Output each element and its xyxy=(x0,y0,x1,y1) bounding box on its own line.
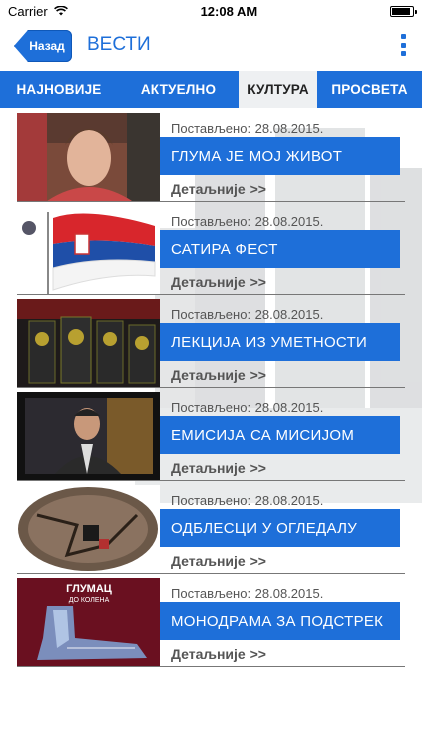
news-thumbnail xyxy=(17,299,160,387)
news-date: Постављено: 28.08.2015. xyxy=(171,586,324,601)
news-title[interactable]: МОНОДРАМА ЗА ПОДСТРЕК xyxy=(160,602,400,640)
page-title: ВЕСТИ xyxy=(87,34,151,55)
news-date: Постављено: 28.08.2015. xyxy=(171,121,324,136)
news-list[interactable]: Постављено: 28.08.2015. ГЛУМА ЈЕ МОЈ ЖИВ… xyxy=(0,108,422,750)
details-link[interactable]: Детаљније >> xyxy=(171,460,266,476)
news-date: Постављено: 28.08.2015. xyxy=(171,400,324,415)
news-item[interactable]: Постављено: 28.08.2015. ОДБЛЕСЦИ У ОГЛЕД… xyxy=(17,480,405,574)
news-thumbnail xyxy=(17,113,160,201)
news-date: Постављено: 28.08.2015. xyxy=(171,307,324,322)
news-thumbnail: ГЛУМАЦ ДО КОЛЕНА xyxy=(17,578,160,666)
navigation-bar: Назад ВЕСТИ xyxy=(0,22,422,70)
tab-kultura[interactable]: КУЛТУРА xyxy=(239,71,317,108)
poster-title: ГЛУМАЦ xyxy=(66,583,112,595)
carrier-label: Carrier xyxy=(8,3,48,19)
battery-icon xyxy=(390,5,417,17)
details-link[interactable]: Детаљније >> xyxy=(171,274,266,290)
poster-subtitle: ДО КОЛЕНА xyxy=(69,597,110,604)
status-bar: Carrier 12:08 AM xyxy=(0,0,422,22)
more-menu-icon[interactable] xyxy=(400,34,406,56)
news-title[interactable]: САТИРА ФЕСТ xyxy=(160,230,400,268)
wifi-icon xyxy=(53,6,68,16)
news-thumbnail xyxy=(17,392,160,480)
news-date: Постављено: 28.08.2015. xyxy=(171,493,324,508)
news-thumbnail xyxy=(17,206,160,294)
news-date: Постављено: 28.08.2015. xyxy=(171,214,324,229)
details-link[interactable]: Детаљније >> xyxy=(171,553,266,569)
news-title[interactable]: ЕМИСИЈА СА МИСИЈОМ xyxy=(160,416,400,454)
news-title[interactable]: ОДБЛЕСЦИ У ОГЛЕДАЛУ xyxy=(160,509,400,547)
news-item[interactable]: Постављено: 28.08.2015. САТИРА ФЕСТ Дета… xyxy=(17,201,405,295)
news-item[interactable]: Постављено: 28.08.2015. ГЛУМА ЈЕ МОЈ ЖИВ… xyxy=(17,108,405,202)
news-item[interactable]: Постављено: 28.08.2015. ЛЕКЦИЈА ИЗ УМЕТН… xyxy=(17,294,405,388)
tab-najnovije[interactable]: НАЈНОВИЈЕ xyxy=(0,71,118,108)
details-link[interactable]: Детаљније >> xyxy=(171,367,266,383)
details-link[interactable]: Детаљније >> xyxy=(171,646,266,662)
news-title[interactable]: ЛЕКЦИЈА ИЗ УМЕТНОСТИ xyxy=(160,323,400,361)
category-tabs: НАЈНОВИЈЕ АКТУЕЛНО КУЛТУРА ПРОСВЕТА xyxy=(0,71,422,108)
tab-aktuelno[interactable]: АКТУЕЛНО xyxy=(118,71,239,108)
divider xyxy=(17,666,405,667)
tab-prosveta[interactable]: ПРОСВЕТА xyxy=(317,71,422,108)
details-link[interactable]: Детаљније >> xyxy=(171,181,266,197)
news-thumbnail xyxy=(17,485,160,573)
news-title[interactable]: ГЛУМА ЈЕ МОЈ ЖИВОТ xyxy=(160,137,400,175)
news-item[interactable]: ГЛУМАЦ ДО КОЛЕНА Постављено: 28.08.2015.… xyxy=(17,573,405,667)
clock: 12:08 AM xyxy=(200,3,258,19)
news-item[interactable]: Постављено: 28.08.2015. ЕМИСИЈА СА МИСИЈ… xyxy=(17,387,405,481)
back-button[interactable]: Назад xyxy=(14,30,72,62)
